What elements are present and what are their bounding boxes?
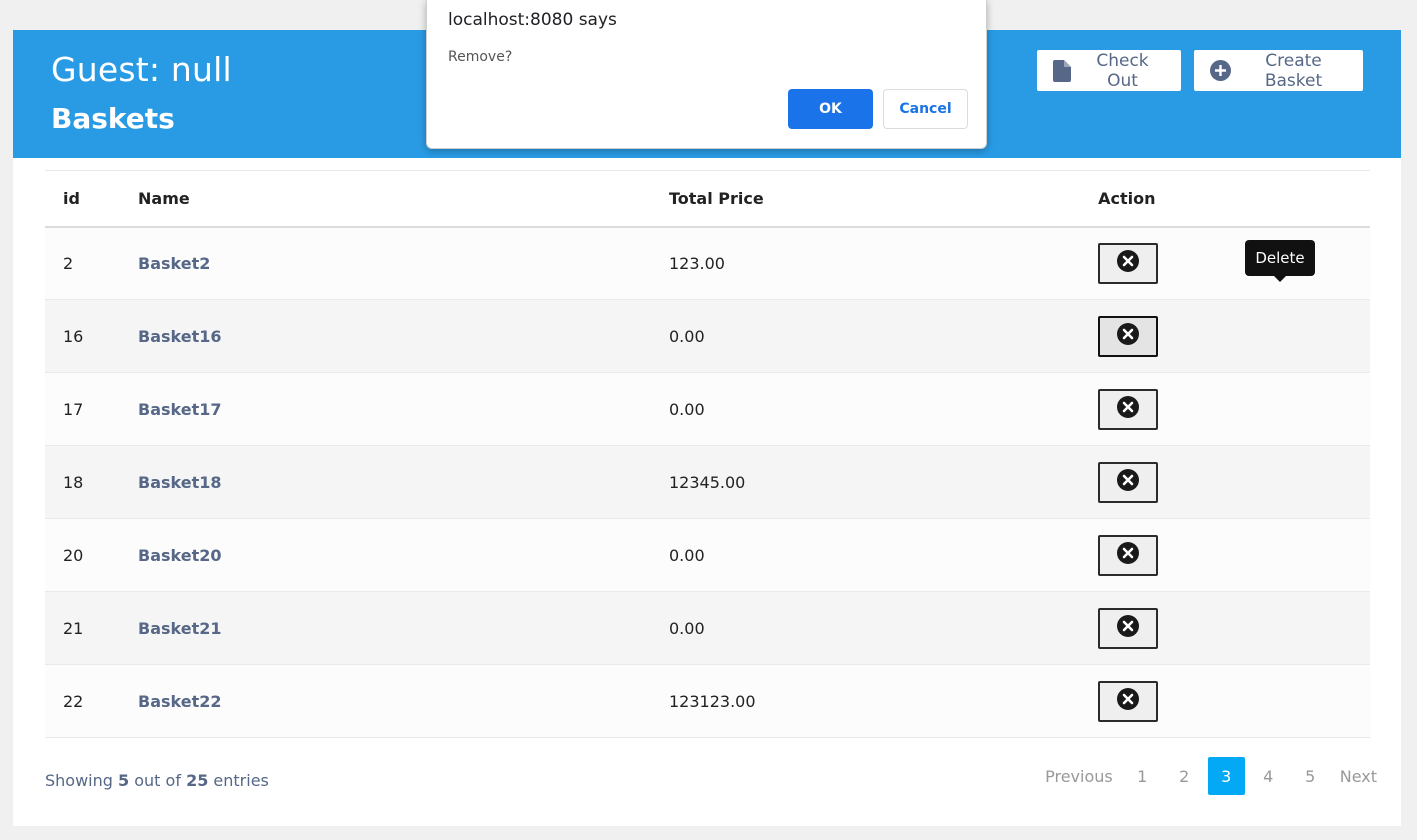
baskets-table: id Name Total Price Action 2 Basket2 123.0… [45, 170, 1370, 738]
dialog-message: Remove? [448, 49, 513, 65]
check-out-button[interactable]: Check Out [1037, 50, 1181, 91]
dialog-cancel-button[interactable]: Cancel [883, 89, 968, 129]
row-id: 20 [63, 545, 84, 565]
create-basket-button[interactable]: Create Basket [1194, 50, 1363, 91]
row-total-price: 12345.00 [669, 472, 746, 492]
table-row: 18 Basket18 12345.00 [45, 445, 1370, 519]
pagination-page-3[interactable]: 3 [1207, 757, 1245, 795]
plus-circle-icon [1210, 60, 1231, 81]
row-action-cell [1098, 373, 1370, 446]
pagination-page-5[interactable]: 5 [1292, 757, 1329, 795]
dialog-ok-button[interactable]: OK [788, 89, 873, 129]
entries-info: Showing 5 out of 25 entries [45, 771, 269, 790]
row-name-cell: Basket16 [138, 300, 669, 373]
row-id: 22 [63, 691, 84, 711]
row-total-price: 123123.00 [669, 691, 756, 711]
check-out-label: Check Out [1096, 50, 1149, 91]
pagination-page-1[interactable]: 1 [1124, 757, 1161, 795]
row-total-price: 123.00 [669, 253, 725, 273]
column-header-action: Action [1098, 188, 1156, 208]
delete-tooltip: Delete [1245, 240, 1315, 282]
column-header-name: Name [138, 188, 190, 208]
pagination-previous[interactable]: Previous [1039, 757, 1119, 795]
page-title: Baskets [51, 102, 175, 135]
row-id: 21 [63, 618, 84, 638]
table-row: 17 Basket17 0.00 [45, 372, 1370, 446]
close-circle-icon [1117, 396, 1140, 422]
column-header-total-price: Total Price [669, 188, 764, 208]
pagination-next[interactable]: Next [1334, 757, 1383, 795]
close-circle-icon [1117, 615, 1140, 641]
row-name-cell: Basket20 [138, 519, 669, 592]
close-circle-icon [1117, 250, 1140, 276]
delete-button[interactable] [1098, 388, 1159, 430]
close-circle-icon [1117, 469, 1140, 495]
row-action-cell [1098, 227, 1370, 300]
basket-name-link[interactable]: Basket18 [138, 473, 222, 492]
close-circle-icon [1117, 542, 1140, 568]
delete-button[interactable] [1098, 315, 1159, 357]
row-name-cell: Basket18 [138, 446, 669, 519]
guest-label: Guest: null [51, 50, 232, 89]
delete-button[interactable] [1098, 680, 1159, 722]
pagination-page-2[interactable]: 2 [1166, 757, 1203, 795]
showing-text: Showing [45, 771, 113, 790]
row-action-cell [1098, 592, 1370, 665]
row-total-price: 0.00 [669, 326, 705, 346]
total-count: 25 [186, 771, 209, 790]
out-of-text: out of [134, 771, 181, 790]
delete-button[interactable] [1098, 607, 1159, 649]
entries-text: entries [213, 771, 269, 790]
row-total-price: 0.00 [669, 618, 705, 638]
baskets-card: Guest: null Baskets Check Out Create Bas… [13, 30, 1401, 826]
table-row: 20 Basket20 0.00 [45, 518, 1370, 592]
row-name-cell: Basket2 [138, 227, 669, 300]
pagination-page-4[interactable]: 4 [1250, 757, 1287, 795]
row-action-cell [1098, 300, 1370, 373]
confirm-dialog: localhost:8080 says Remove? OK Cancel [426, 0, 987, 149]
table-row: 22 Basket22 123123.00 [45, 664, 1370, 738]
close-circle-icon [1117, 688, 1140, 714]
basket-name-link[interactable]: Basket17 [138, 400, 222, 419]
row-action-cell [1098, 665, 1370, 738]
shown-count: 5 [118, 771, 130, 790]
row-total-price: 0.00 [669, 545, 705, 565]
delete-button[interactable] [1098, 242, 1159, 284]
table-row: 16 Basket16 0.00 [45, 299, 1370, 373]
table-header-row: id Name Total Price Action [45, 170, 1370, 227]
basket-name-link[interactable]: Basket2 [138, 254, 210, 273]
row-name-cell: Basket21 [138, 592, 669, 665]
delete-button[interactable] [1098, 534, 1159, 576]
row-total-price: 0.00 [669, 399, 705, 419]
table-row: 21 Basket21 0.00 [45, 591, 1370, 665]
dialog-title: localhost:8080 says [448, 10, 617, 30]
basket-name-link[interactable]: Basket21 [138, 619, 222, 638]
basket-name-link[interactable]: Basket16 [138, 327, 222, 346]
basket-name-link[interactable]: Basket20 [138, 546, 222, 565]
table-row: 2 Basket2 123.00 [45, 226, 1370, 300]
row-id: 16 [63, 326, 84, 346]
delete-button[interactable] [1098, 461, 1159, 503]
row-id: 2 [63, 253, 74, 273]
row-name-cell: Basket22 [138, 665, 669, 738]
row-name-cell: Basket17 [138, 373, 669, 446]
create-basket-label: Create Basket [1264, 50, 1323, 91]
row-id: 17 [63, 399, 84, 419]
pagination: Previous 1 2 3 4 5 Next [1034, 757, 1383, 795]
row-action-cell [1098, 519, 1370, 592]
row-id: 18 [63, 472, 84, 492]
column-header-id: id [63, 188, 80, 208]
file-icon [1053, 59, 1071, 82]
row-action-cell [1098, 446, 1370, 519]
basket-name-link[interactable]: Basket22 [138, 692, 222, 711]
close-circle-icon [1117, 323, 1140, 349]
